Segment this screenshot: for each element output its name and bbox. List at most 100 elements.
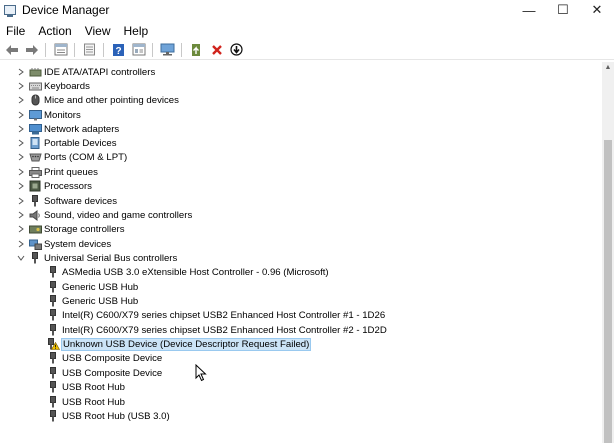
tree-item-ports[interactable]: Ports (COM & LPT) [14,150,127,164]
vertical-scrollbar[interactable]: ▲ [602,62,614,443]
tree-item-label: Unknown USB Device (Device Descriptor Re… [60,337,312,351]
tree-item-label: Network adapters [44,123,120,135]
maximize-button[interactable]: ☐ [546,0,580,20]
scroll-up-icon[interactable]: ▲ [602,62,614,72]
chevron-right-icon[interactable] [14,96,28,104]
tree-item-system-devices[interactable]: System devices [14,237,111,251]
monitor-scan-icon[interactable] [159,42,176,58]
menu-help[interactable]: Help [118,24,156,38]
tree-item-usb-controllers[interactable]: Universal Serial Bus controllers [14,251,177,265]
tree-item-label: USB Root Hub [62,381,125,393]
title-bar: Device Manager — ☐ ✕ [0,0,614,20]
portable-device-icon [28,137,42,149]
usb-device-item[interactable]: USB Composite Device [46,351,162,365]
tree-item-label: USB Root Hub [62,396,125,408]
disable-device-icon[interactable] [228,42,245,58]
show-hide-tree-icon[interactable] [52,42,69,58]
uninstall-device-icon[interactable] [208,42,225,58]
device-tree[interactable]: IDE ATA/ATAPI controllers Keyboards Mice… [0,62,602,443]
properties-icon[interactable] [81,42,98,58]
speaker-icon [28,209,42,221]
usb-device-item[interactable]: Generic USB Hub [46,280,138,294]
tree-item-label: USB Composite Device [62,367,163,379]
usb-device-item-unknown[interactable]: Unknown USB Device (Device Descriptor Re… [46,337,312,351]
toolbar-separator [181,42,182,57]
usb-device-item[interactable]: ASMedia USB 3.0 eXtensible Host Controll… [46,265,329,279]
usb-device-item[interactable]: Intel(R) C600/X79 series chipset USB2 En… [46,308,385,322]
forward-arrow-icon[interactable] [23,42,40,58]
toolbar-separator [103,42,104,57]
usb-device-item[interactable]: USB Root Hub [46,380,125,394]
menu-action[interactable]: Action [32,24,78,38]
tree-item-label: Sound, video and game controllers [44,209,193,221]
tree-item-processors[interactable]: Processors [14,179,92,193]
tree-item-label: Generic USB Hub [62,281,139,293]
window-title: Device Manager [22,3,110,17]
usb-device-icon [46,352,60,364]
chevron-right-icon[interactable] [14,111,28,119]
network-adapter-icon [28,123,42,135]
usb-device-item[interactable]: Intel(R) C600/X79 series chipset USB2 En… [46,323,387,337]
tree-item-label: Portable Devices [44,137,117,149]
usb-device-item[interactable]: USB Composite Device [46,366,162,380]
chevron-right-icon[interactable] [14,197,28,205]
chevron-right-icon[interactable] [14,168,28,176]
usb-device-icon [46,295,60,307]
chevron-right-icon[interactable] [14,153,28,161]
usb-device-icon [46,396,60,408]
tree-item-portable-devices[interactable]: Portable Devices [14,136,117,150]
tree-item-ide-controllers[interactable]: IDE ATA/ATAPI controllers [14,65,155,79]
processor-icon [28,180,42,192]
chevron-right-icon[interactable] [14,68,28,76]
ide-controller-icon [28,66,42,78]
monitor-icon [28,109,42,121]
mouse-icon [28,94,42,106]
chevron-right-icon[interactable] [14,139,28,147]
usb-device-item[interactable]: USB Root Hub (USB 3.0) [46,409,170,423]
tree-item-mice[interactable]: Mice and other pointing devices [14,93,179,107]
mouse-cursor-icon [195,363,207,385]
warning-device-icon [46,338,60,350]
tree-item-label: Processors [44,180,92,192]
chevron-right-icon[interactable] [14,82,28,90]
chevron-right-icon[interactable] [14,182,28,190]
menu-file[interactable]: File [0,24,32,38]
usb-device-icon [46,266,60,278]
system-device-icon [28,238,42,250]
usb-device-item[interactable]: Generic USB Hub [46,294,138,308]
tree-item-label: Print queues [44,166,98,178]
toolbar-separator [74,42,75,57]
tree-item-print-queues[interactable]: Print queues [14,165,98,179]
tree-item-label: Keyboards [44,80,90,92]
help-icon[interactable]: ? [110,42,127,58]
tree-item-monitors[interactable]: Monitors [14,108,81,122]
minimize-button[interactable]: — [512,0,546,20]
chevron-right-icon[interactable] [14,211,28,219]
tree-item-network-adapters[interactable]: Network adapters [14,122,119,136]
scrollbar-thumb[interactable] [604,140,612,443]
chevron-down-icon[interactable] [14,255,28,261]
menu-view[interactable]: View [79,24,118,38]
view-icon[interactable] [130,42,147,58]
toolbar-separator [152,42,153,57]
software-device-icon [28,195,42,207]
usb-device-icon [46,410,60,422]
back-arrow-icon[interactable] [3,42,20,58]
chevron-right-icon[interactable] [14,240,28,248]
chevron-right-icon[interactable] [14,225,28,233]
toolbar-separator [45,42,46,57]
usb-device-item[interactable]: USB Root Hub [46,395,125,409]
tree-item-storage-controllers[interactable]: Storage controllers [14,222,125,236]
close-button[interactable]: ✕ [580,0,614,20]
tree-item-label: Monitors [44,109,81,121]
usb-device-icon [46,281,60,293]
chevron-right-icon[interactable] [14,125,28,133]
tree-item-sound-video-game[interactable]: Sound, video and game controllers [14,208,192,222]
tree-item-label: Software devices [44,195,118,207]
keyboard-icon [28,80,42,92]
tree-item-software-devices[interactable]: Software devices [14,194,117,208]
storage-controller-icon [28,223,42,235]
update-driver-icon[interactable] [188,42,205,58]
tree-item-label: Mice and other pointing devices [44,94,179,106]
tree-item-keyboards[interactable]: Keyboards [14,79,90,93]
